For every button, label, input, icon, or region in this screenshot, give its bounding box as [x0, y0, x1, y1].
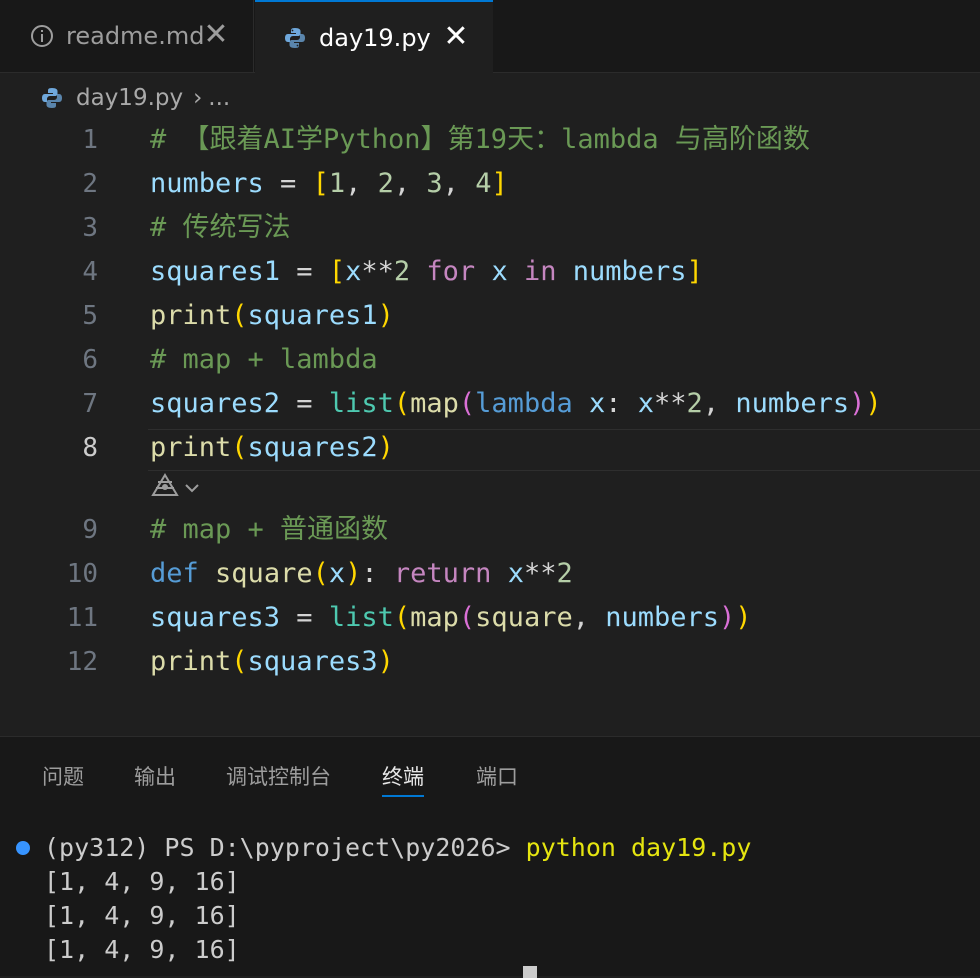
terminal-command: python day19.py: [525, 833, 752, 862]
tab-bar: readme.md ✕ day19.py ✕: [0, 0, 980, 73]
code-line: 11 squares3 = list(map(square, numbers)): [0, 596, 980, 640]
terminal-command-line[interactable]: (py312) PS D:\pyproject\py2026> python d…: [44, 831, 980, 865]
code-text: squares3 = list(map(square, numbers)): [150, 602, 752, 633]
code-line: 12 print(squares3): [0, 640, 980, 684]
code-text: squares1 = [x**2 for x in numbers]: [150, 256, 703, 287]
line-number: 2: [82, 169, 98, 199]
code-text: def square(x): return x**2: [150, 558, 573, 589]
code-text: squares2 = list(map(lambda x: x**2, numb…: [150, 388, 882, 419]
panel-tab-problems[interactable]: 问题: [42, 759, 84, 795]
info-icon: [30, 24, 54, 48]
terminal-cursor: [523, 966, 537, 978]
close-icon[interactable]: ✕: [441, 22, 471, 52]
code-text: print(squares2): [150, 432, 394, 463]
tab-readme[interactable]: readme.md ✕: [0, 0, 254, 72]
panel-tab-ports[interactable]: 端口: [476, 759, 518, 795]
panel-tab-debug-console[interactable]: 调试控制台: [226, 759, 331, 795]
line-number: 3: [82, 213, 98, 243]
code-editor[interactable]: 1 # 【跟着AI学Python】第19天：lambda 与高阶函数 2 num…: [0, 118, 980, 736]
code-line: 7 squares2 = list(map(lambda x: x**2, nu…: [0, 382, 980, 426]
line-number: 1: [82, 125, 98, 155]
line-number: 5: [82, 301, 98, 331]
python-icon: [283, 26, 307, 50]
code-text: # 【跟着AI学Python】第19天：lambda 与高阶函数: [150, 124, 810, 155]
code-text: # map + 普通函数: [150, 514, 389, 545]
breadcrumb-file[interactable]: day19.py: [76, 85, 183, 111]
breadcrumb-symbols[interactable]: ...: [208, 85, 230, 111]
terminal-prompt: (py312) PS D:\pyproject\py2026>: [44, 833, 526, 862]
inline-chat-hint[interactable]: [150, 473, 200, 503]
line-number: 4: [82, 257, 98, 287]
terminal-output-line: [1, 4, 9, 16]: [44, 901, 240, 930]
python-icon: [40, 86, 64, 110]
panel-tab-output[interactable]: 输出: [134, 759, 176, 795]
close-icon[interactable]: ✕: [201, 20, 231, 50]
line-number: 8: [82, 433, 98, 463]
line-number: 11: [66, 603, 98, 633]
code-text: print(squares3): [150, 646, 394, 677]
panel-tab-terminal[interactable]: 终端: [382, 759, 424, 797]
line-number: 10: [66, 559, 98, 589]
code-line: 8 print(squares2): [0, 426, 980, 470]
code-text: # map + lambda: [150, 344, 378, 375]
breadcrumb-separator: ›: [193, 85, 203, 111]
bottom-panel: 问题 输出 调试控制台 终端 端口 (py312) PS D:\pyprojec…: [0, 736, 980, 978]
code-line: 5 print(squares1): [0, 294, 980, 338]
code-line: 10 def square(x): return x**2: [0, 552, 980, 596]
code-text: # 传统写法: [150, 212, 291, 243]
breadcrumb: day19.py › ...: [40, 82, 230, 114]
terminal-status-dot: [16, 841, 30, 855]
tab-day19[interactable]: day19.py ✕: [255, 0, 493, 73]
code-line: 9 # map + 普通函数: [0, 508, 980, 552]
code-text: print(squares1): [150, 300, 394, 331]
line-number: 7: [82, 389, 98, 419]
line-number: 6: [82, 345, 98, 375]
code-line: 6 # map + lambda: [0, 338, 980, 382]
line-number: 12: [66, 647, 98, 677]
code-line: 4 squares1 = [x**2 for x in numbers]: [0, 250, 980, 294]
line-number: 9: [82, 515, 98, 545]
tab-label: day19.py: [319, 23, 431, 52]
code-line: 3 # 传统写法: [0, 206, 980, 250]
code-line: 2 numbers = [1, 2, 3, 4]: [0, 162, 980, 206]
code-line: 1 # 【跟着AI学Python】第19天：lambda 与高阶函数: [0, 118, 980, 162]
code-text: numbers = [1, 2, 3, 4]: [150, 168, 508, 199]
terminal-output-line: [1, 4, 9, 16]: [44, 935, 240, 964]
tab-label: readme.md: [66, 22, 205, 50]
terminal-output-line: [1, 4, 9, 16]: [44, 867, 240, 896]
copilot-icon[interactable]: [150, 473, 180, 503]
chevron-down-icon[interactable]: [184, 479, 200, 498]
